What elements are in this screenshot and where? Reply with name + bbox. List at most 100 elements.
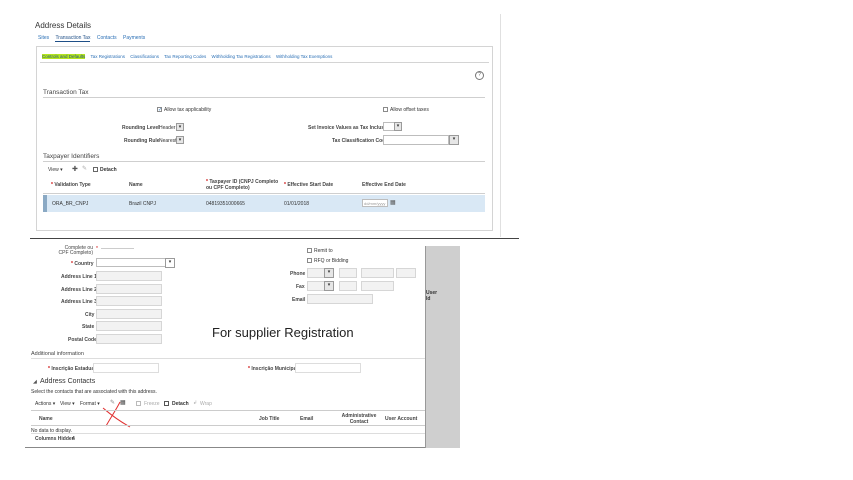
address-contacts-description: Select the contacts that are associated … — [31, 389, 157, 395]
end-date-input[interactable]: dd/mm/yyyy — [362, 199, 388, 207]
country-dropdown[interactable]: ▾ — [165, 258, 175, 268]
address-contacts-heading: Address Contacts — [40, 378, 96, 385]
bottom-detach-label[interactable]: Detach — [172, 401, 189, 407]
bottom-detach-icon[interactable] — [164, 401, 169, 406]
inscricao-municipal-input[interactable] — [295, 363, 361, 373]
country-select[interactable] — [96, 258, 166, 267]
bottom-edge — [25, 447, 425, 448]
supplier-registration-annotation: For supplier Registration — [212, 325, 354, 340]
add-icon[interactable]: ✚ — [72, 165, 78, 173]
col-taxpayer-id: * Taxpayer ID (CNPJ Completo ou CPF Comp… — [206, 179, 279, 191]
phone-number-input[interactable] — [361, 268, 394, 278]
phone-label: Phone — [290, 271, 306, 277]
subtab-classifications[interactable]: Classifications — [130, 54, 159, 59]
email-input[interactable] — [307, 294, 373, 304]
col-effective-start: * Effective Start Date — [284, 182, 334, 188]
help-icon[interactable]: ? — [475, 71, 484, 80]
top-tabs: Sites Transaction Tax Contacts Payments — [38, 35, 145, 42]
col-contact-name: Name — [39, 416, 53, 422]
allow-tax-checkbox[interactable]: ✓ — [157, 107, 162, 113]
columns-hidden-bar — [31, 433, 425, 434]
allow-offset-checkbox[interactable] — [383, 107, 388, 112]
tab-sites[interactable]: Sites — [38, 35, 49, 41]
subtab-controls-defaults[interactable]: Controls and Defaults — [42, 54, 86, 59]
subtab-withholding-exemptions[interactable]: Withholding Tax Exemptions — [276, 54, 332, 59]
fax-country-dropdown[interactable]: ▾ — [324, 281, 334, 291]
inscricao-municipal-label: * Inscrição Municipal — [248, 366, 298, 372]
set-invoice-dropdown[interactable]: ▾ — [394, 122, 402, 131]
inscricao-estadual-input[interactable] — [93, 363, 159, 373]
top-detach-label[interactable]: Detach — [100, 167, 117, 173]
actions-menu[interactable]: Actions ▾ — [35, 401, 55, 407]
format-menu[interactable]: Format ▾ — [80, 401, 100, 407]
fax-number-input[interactable] — [361, 281, 394, 291]
fax-country-input[interactable] — [307, 281, 325, 291]
phone-area-input[interactable] — [339, 268, 357, 278]
freeze-icon[interactable] — [136, 401, 141, 406]
additional-info-divider — [31, 358, 425, 359]
tax-classification-select[interactable] — [383, 135, 449, 145]
rounding-level-label: Rounding Level — [122, 125, 160, 131]
inscricao-estadual-label: * Inscrição Estadual — [48, 366, 96, 372]
right-gray-panel: User Id — [425, 246, 460, 448]
col-administrative-contact: Administrative Contact — [341, 413, 377, 425]
state-label: State — [82, 324, 95, 330]
phone-country-input[interactable] — [307, 268, 325, 278]
fax-area-input[interactable] — [339, 281, 357, 291]
cell-taxpayer-id: 04819351000665 — [206, 201, 245, 207]
address-line-3-input[interactable] — [96, 296, 162, 306]
freeze-label[interactable]: Freeze — [144, 401, 160, 407]
taxpayer-table-row[interactable]: ORA_BR_CNPJ Brazil CNPJ 04819351000665 0… — [43, 195, 485, 212]
postal-code-input[interactable] — [96, 334, 162, 344]
taxpayer-identifiers-heading: Taxpayer Identifiers — [43, 153, 100, 160]
transaction-tax-heading: Transaction Tax — [43, 89, 89, 96]
collapse-icon[interactable]: ◢ — [33, 379, 37, 385]
fax-label: Fax — [296, 284, 305, 290]
address-details-title: Address Details — [35, 21, 92, 30]
address-line-1-input[interactable] — [96, 271, 162, 281]
tab-contacts[interactable]: Contacts — [97, 35, 117, 41]
address-line-3-label: Address Line 3 — [61, 299, 97, 305]
contacts-table-header: Name Job Title Email Administrative Cont… — [31, 410, 425, 426]
subtab-tax-registrations[interactable]: Tax Registrations — [90, 54, 125, 59]
phone-ext-input[interactable] — [396, 268, 416, 278]
address-line-2-input[interactable] — [96, 284, 162, 294]
col-job-title: Job Title — [259, 416, 280, 422]
col-effective-end: Effective End Date — [362, 182, 406, 188]
state-input[interactable] — [96, 321, 162, 331]
detach-icon[interactable] — [93, 167, 98, 172]
rfq-checkbox[interactable] — [307, 258, 312, 263]
col-validation-type: * Validation Type — [51, 182, 91, 188]
rounding-rule-value[interactable]: Nearest — [159, 138, 177, 144]
additional-info-heading: Additional information — [31, 351, 84, 357]
subtab-divider — [40, 62, 489, 63]
bottom-view-menu[interactable]: View ▾ — [60, 401, 75, 407]
city-input[interactable] — [96, 309, 162, 319]
top-view-menu[interactable]: View ▾ — [48, 167, 63, 173]
phone-country-dropdown[interactable]: ▾ — [324, 268, 334, 278]
cell-validation-type: ORA_BR_CNPJ — [52, 201, 89, 207]
subtab-tax-reporting-codes[interactable]: Tax Reporting Codes — [164, 54, 206, 59]
columns-hidden-count: 4 — [72, 436, 75, 442]
columns-hidden-label: Columns Hidden — [35, 436, 75, 442]
rounding-level-dropdown[interactable]: ▾ — [176, 123, 184, 131]
tax-classification-dropdown[interactable]: ▾ — [449, 135, 459, 145]
taxpayer-divider — [43, 161, 485, 162]
edit-icon[interactable]: ✎ — [82, 165, 87, 172]
allow-offset-label: Allow offset taxes — [390, 107, 429, 113]
cpf-input[interactable] — [101, 246, 134, 249]
wrap-label[interactable]: Wrap — [200, 401, 212, 407]
rounding-rule-label: Rounding Rule — [124, 138, 160, 144]
subtab-withholding-registrations[interactable]: Withholding Tax Registrations — [211, 54, 270, 59]
rounding-rule-dropdown[interactable]: ▾ — [176, 136, 184, 144]
calendar-icon[interactable]: ▦ — [390, 199, 396, 206]
tab-transaction-tax[interactable]: Transaction Tax — [55, 35, 91, 42]
taxpayer-table-header: * Validation Type Name * Taxpayer ID (CN… — [43, 176, 485, 194]
tab-payments[interactable]: Payments — [123, 35, 145, 41]
cell-start-date: 01/01/2018 — [284, 201, 310, 207]
rounding-level-value[interactable]: Header — [159, 125, 175, 131]
email-label: Email — [292, 297, 306, 303]
remit-to-checkbox[interactable] — [307, 248, 312, 253]
end-date-placeholder: dd/mm/yyyy — [364, 201, 386, 206]
wrap-icon[interactable]: ↲ — [193, 400, 197, 406]
